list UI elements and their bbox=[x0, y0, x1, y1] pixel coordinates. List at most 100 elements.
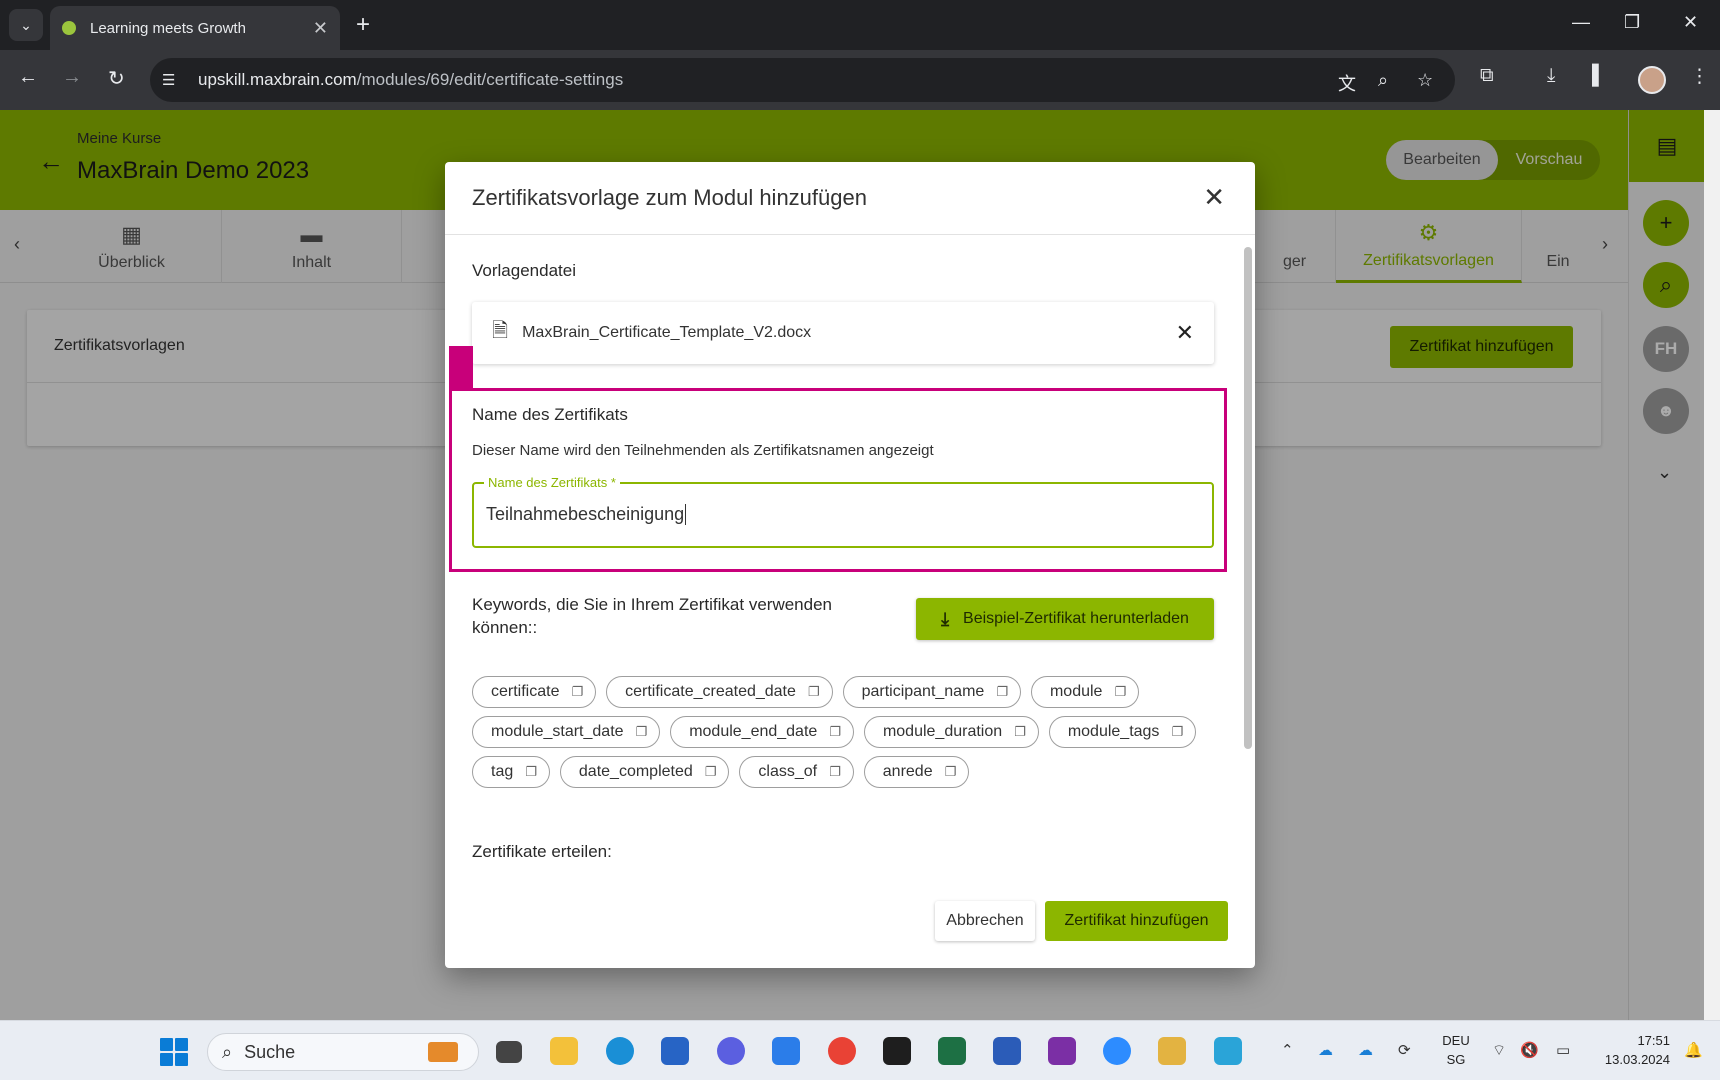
keyword-chip[interactable]: module_end_date ❐ bbox=[670, 716, 854, 748]
keyword-chip[interactable]: tag ❐ bbox=[472, 756, 550, 788]
certificate-name-field[interactable]: Name des Zertifikats * Teilnahmebeschein… bbox=[472, 475, 1214, 548]
translate-icon[interactable]: 文 bbox=[1338, 70, 1356, 96]
close-icon[interactable]: ✕ bbox=[1203, 182, 1225, 213]
sync-icon[interactable]: ⟳ bbox=[1398, 1041, 1411, 1059]
chip-label: tag bbox=[491, 763, 514, 780]
figma-icon[interactable] bbox=[883, 1037, 911, 1065]
submit-add-certificate-button[interactable]: Zertifikat hinzufügen bbox=[1045, 901, 1228, 941]
forward-icon[interactable]: → bbox=[62, 66, 82, 89]
extensions-icon[interactable]: ⧉ bbox=[1480, 65, 1494, 87]
store-icon[interactable] bbox=[661, 1037, 689, 1065]
copy-icon[interactable]: ❐ bbox=[996, 684, 1008, 700]
clock-time: 17:51 bbox=[1637, 1033, 1670, 1048]
issue-certificates-label: Zertifikate erteilen: bbox=[472, 842, 612, 861]
cancel-button[interactable]: Abbrechen bbox=[935, 901, 1035, 941]
keyword-chip[interactable]: participant_name ❐ bbox=[842, 676, 1021, 708]
clock-date: 13.03.2024 bbox=[1604, 1052, 1670, 1067]
chip-label: certificate bbox=[491, 683, 560, 700]
chrome-icon[interactable] bbox=[828, 1037, 856, 1065]
chevron-down-icon: ⌄ bbox=[20, 16, 32, 33]
dialog-scrollbar[interactable] bbox=[1244, 235, 1252, 911]
copy-icon[interactable]: ❐ bbox=[829, 724, 841, 740]
highlight-marker bbox=[449, 346, 473, 390]
keyword-chip[interactable]: anrede ❐ bbox=[863, 756, 970, 788]
chip-label: participant_name bbox=[861, 683, 985, 700]
taskbar-search[interactable]: ⌕ Suche bbox=[207, 1033, 479, 1071]
language-indicator[interactable]: DEU SG bbox=[1440, 1033, 1472, 1067]
uploaded-file: 🗎 MaxBrain_Certificate_Template_V2.docx … bbox=[472, 302, 1214, 364]
copy-icon[interactable]: ❐ bbox=[571, 684, 583, 700]
copy-icon[interactable]: ❐ bbox=[1171, 724, 1183, 740]
keyword-chip[interactable]: class_of ❐ bbox=[739, 756, 854, 788]
notification-bell-icon[interactable]: 🔔 bbox=[1684, 1041, 1703, 1059]
template-file-label: Vorlagendatei bbox=[472, 261, 576, 280]
chip-label: module_start_date bbox=[491, 723, 624, 740]
reload-icon[interactable]: ↻ bbox=[108, 66, 125, 91]
copy-icon[interactable]: ❐ bbox=[705, 764, 717, 780]
keyword-chip[interactable]: certificate ❐ bbox=[472, 676, 597, 708]
scrollbar-thumb[interactable] bbox=[1244, 247, 1252, 749]
page-scrollbar[interactable] bbox=[1704, 110, 1720, 1020]
copy-icon[interactable]: ❐ bbox=[829, 764, 841, 780]
wifi-icon[interactable]: ⌔ bbox=[1492, 1041, 1506, 1060]
browser-tab-title: Learning meets Growth bbox=[90, 19, 246, 37]
keywords-label: Keywords, die Sie in Ihrem Zertifikat ve… bbox=[472, 595, 832, 637]
tab-search-button[interactable]: ⌄ bbox=[9, 9, 43, 41]
volume-muted-icon[interactable]: 🔇 bbox=[1520, 1041, 1539, 1059]
keyword-chip[interactable]: certificate_created_date ❐ bbox=[606, 676, 833, 708]
browser-tab[interactable]: Learning meets Growth ✕ bbox=[50, 6, 340, 50]
side-panel-icon[interactable]: ▌ bbox=[1592, 65, 1605, 87]
copy-icon[interactable]: ❐ bbox=[1114, 684, 1126, 700]
download-sample-button[interactable]: ⤓ Beispiel-Zertifikat herunterladen bbox=[916, 598, 1214, 640]
copy-icon[interactable]: ❐ bbox=[636, 724, 648, 740]
browser-tab-bar: ⌄ Learning meets Growth ✕ + — ❐ ✕ bbox=[0, 0, 1720, 50]
excel-icon[interactable] bbox=[938, 1037, 966, 1065]
add-certificate-dialog: Zertifikatsvorlage zum Modul hinzufügen … bbox=[445, 162, 1255, 968]
windows-taskbar: ⌕ Suche ⌃ ☁ ☁ ⟳ DEU SG ⌔ 🔇 ▭ 17:51 13.03… bbox=[0, 1020, 1720, 1080]
app-arrow-icon[interactable] bbox=[717, 1037, 745, 1065]
zoom-icon[interactable]: ⌕ bbox=[1378, 70, 1388, 91]
word-icon[interactable] bbox=[993, 1037, 1021, 1065]
windows-start-icon[interactable] bbox=[160, 1038, 188, 1066]
certificate-name-input[interactable]: Teilnahmebescheinigung bbox=[486, 504, 687, 525]
notepad-icon[interactable] bbox=[1214, 1037, 1242, 1065]
document-icon: 🗎 bbox=[492, 320, 509, 342]
keyword-chip[interactable]: date_completed ❐ bbox=[559, 756, 730, 788]
bookmark-star-icon[interactable]: ☆ bbox=[1417, 70, 1433, 91]
onedrive-icon[interactable]: ☁ bbox=[1318, 1041, 1333, 1059]
edge-icon[interactable] bbox=[606, 1037, 634, 1065]
minimize-icon[interactable]: — bbox=[1572, 12, 1590, 33]
remove-file-icon[interactable]: ✕ bbox=[1176, 320, 1194, 346]
language-code: DEU bbox=[1442, 1033, 1470, 1048]
site-info-icon[interactable]: ☰ bbox=[162, 71, 188, 89]
clock[interactable]: 17:51 13.03.2024 bbox=[1590, 1033, 1670, 1067]
close-tab-icon[interactable]: ✕ bbox=[313, 18, 328, 39]
copy-icon[interactable]: ❐ bbox=[945, 764, 957, 780]
todo-icon[interactable] bbox=[772, 1037, 800, 1065]
download-icon[interactable]: ⤓ bbox=[1547, 65, 1555, 87]
file-explorer-icon[interactable] bbox=[550, 1037, 578, 1065]
keyword-chip[interactable]: module_tags ❐ bbox=[1048, 716, 1197, 748]
name-description: Dieser Name wird den Teilnehmenden als Z… bbox=[472, 442, 934, 459]
profile-avatar[interactable] bbox=[1638, 66, 1666, 94]
restore-icon[interactable]: ❐ bbox=[1624, 12, 1640, 33]
onedrive-business-icon[interactable]: ☁ bbox=[1358, 1041, 1373, 1059]
copy-icon[interactable]: ❐ bbox=[525, 764, 537, 780]
tray-chevron-up-icon[interactable]: ⌃ bbox=[1281, 1041, 1294, 1059]
zoom-icon[interactable] bbox=[1103, 1037, 1131, 1065]
copy-icon[interactable]: ❐ bbox=[1014, 724, 1026, 740]
address-bar[interactable]: ☰ upskill.maxbrain.com/modules/69/edit/c… bbox=[150, 58, 1455, 102]
new-tab-icon[interactable]: + bbox=[356, 11, 370, 39]
window-close-icon[interactable]: ✕ bbox=[1683, 12, 1698, 33]
keyword-chip[interactable]: module_duration ❐ bbox=[863, 716, 1039, 748]
keyword-chip[interactable]: module ❐ bbox=[1030, 676, 1140, 708]
back-icon[interactable]: ← bbox=[18, 66, 38, 89]
battery-icon[interactable]: ▭ bbox=[1556, 1041, 1570, 1059]
keyword-chip[interactable]: module_start_date ❐ bbox=[472, 716, 661, 748]
chip-label: module_duration bbox=[882, 723, 1003, 740]
menu-dots-icon[interactable]: ⋮ bbox=[1690, 65, 1709, 88]
task-view-icon[interactable] bbox=[496, 1041, 522, 1063]
onenote-icon[interactable] bbox=[1048, 1037, 1076, 1065]
copy-icon[interactable]: ❐ bbox=[808, 684, 820, 700]
slack-icon[interactable] bbox=[1158, 1037, 1186, 1065]
